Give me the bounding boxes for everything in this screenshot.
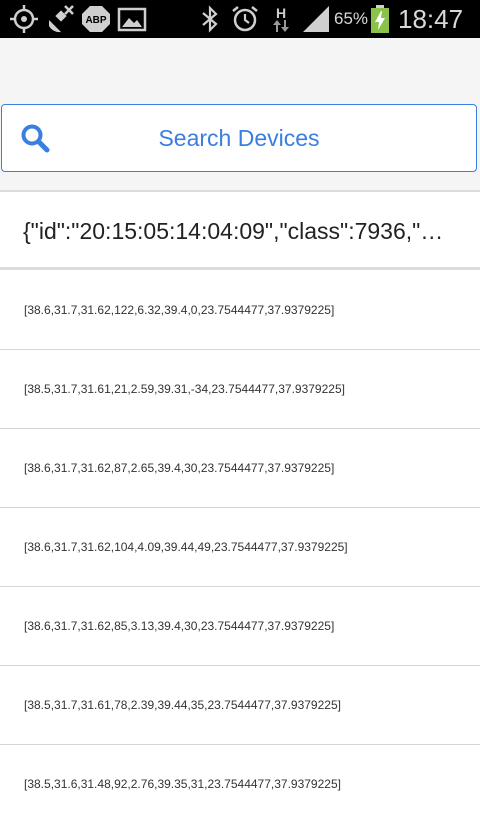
alarm-icon — [228, 0, 262, 38]
search-devices-label: Search Devices — [158, 125, 320, 151]
gps-icon — [8, 0, 40, 38]
list-item[interactable]: [38.5,31.7,31.61,21,2.59,39.31,-34,23.75… — [0, 350, 480, 429]
device-info-text: {"id":"20:15:05:14:04:09","class":7936,"… — [23, 218, 444, 244]
search-devices-button[interactable]: Search Devices — [1, 104, 477, 172]
list-item[interactable]: [38.5,31.7,31.61,78,2.39,39.44,35,23.754… — [0, 666, 480, 745]
svg-text:ABP: ABP — [85, 15, 106, 26]
status-bar: ABP H 65% 18:47 — [0, 0, 480, 38]
network-h-icon: H — [268, 0, 294, 38]
bluetooth-icon — [196, 0, 224, 38]
list-item[interactable]: [38.5,31.6,31.48,92,2.76,39.35,31,23.754… — [0, 745, 480, 824]
list-item-text: [38.5,31.7,31.61,21,2.59,39.31,-34,23.75… — [24, 382, 345, 396]
list-item-text: [38.6,31.7,31.62,87,2.65,39.4,30,23.7544… — [24, 461, 335, 475]
list-item-text: [38.6,31.7,31.62,104,4.09,39.44,49,23.75… — [24, 540, 348, 554]
list-item[interactable]: [38.6,31.7,31.62,85,3.13,39.4,30,23.7544… — [0, 587, 480, 666]
data-list: [38.6,31.7,31.62,122,6.32,39.4,0,23.7544… — [0, 271, 480, 824]
list-item[interactable]: [38.6,31.7,31.62,87,2.65,39.4,30,23.7544… — [0, 429, 480, 508]
list-item-text: [38.5,31.6,31.48,92,2.76,39.35,31,23.754… — [24, 777, 341, 791]
list-item-text: [38.5,31.7,31.61,78,2.39,39.44,35,23.754… — [24, 698, 341, 712]
battery-charging-icon — [368, 0, 392, 38]
list-item-text: [38.6,31.7,31.62,85,3.13,39.4,30,23.7544… — [24, 619, 335, 633]
signal-icon — [300, 0, 332, 38]
satellite-off-icon — [44, 0, 76, 38]
status-time: 18:47 — [398, 4, 464, 34]
list-item-text: [38.6,31.7,31.62,122,6.32,39.4,0,23.7544… — [24, 303, 335, 317]
list-item[interactable]: [38.6,31.7,31.62,122,6.32,39.4,0,23.7544… — [0, 271, 480, 350]
list-item[interactable]: [38.6,31.7,31.62,104,4.09,39.44,49,23.75… — [0, 508, 480, 587]
device-header-item[interactable]: {"id":"20:15:05:14:04:09","class":7936,"… — [0, 190, 480, 270]
adblock-icon: ABP — [80, 0, 112, 38]
battery-percent: 65% — [334, 9, 369, 28]
image-icon — [116, 0, 148, 38]
